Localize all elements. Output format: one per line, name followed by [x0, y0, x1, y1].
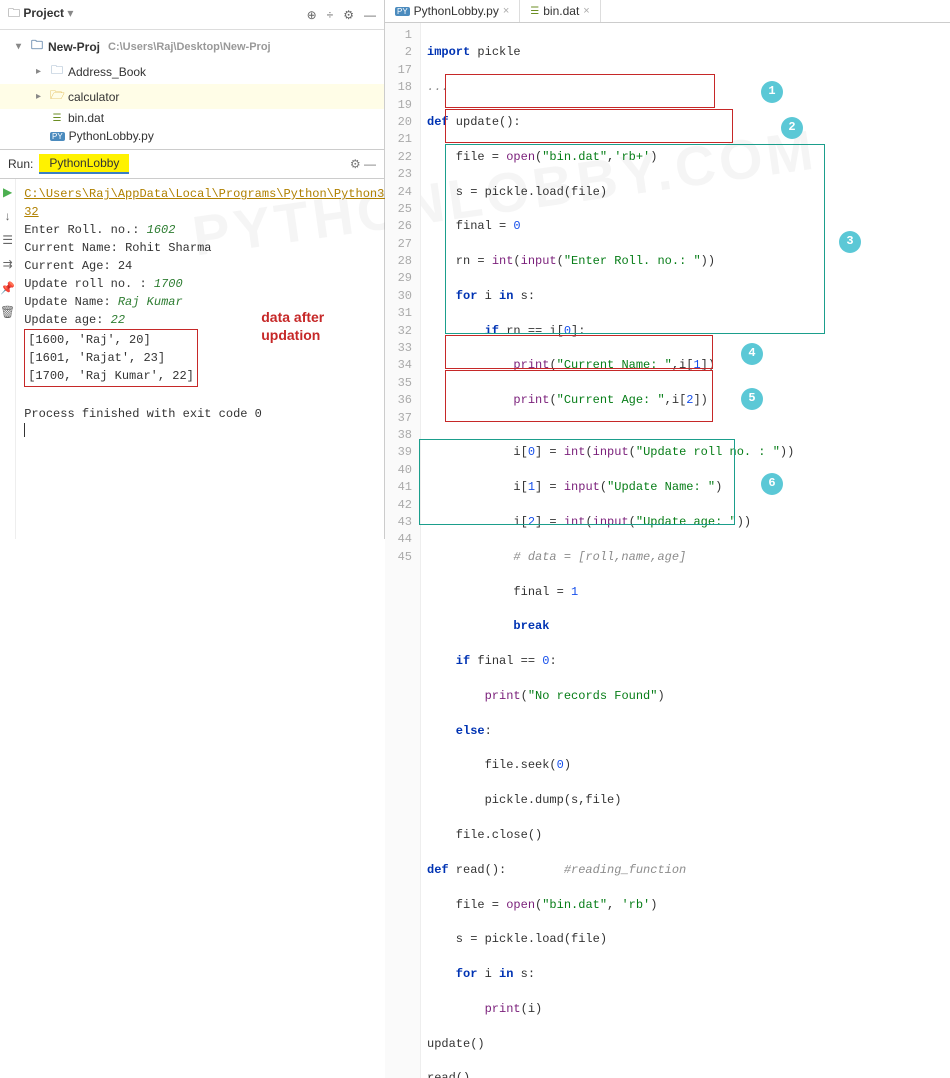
badge-1: 1 — [761, 81, 783, 103]
badge-3: 3 — [839, 231, 861, 253]
gear-icon[interactable]: ⚙ — [343, 8, 354, 22]
console-output[interactable]: C:\Users\Raj\AppData\Local\Programs\Pyth… — [16, 179, 406, 539]
console-input: Raj Kumar — [118, 295, 183, 309]
console-text: Rohit Sharma — [125, 241, 211, 255]
project-tree: ▾ 🗀 New-Proj C:\Users\Raj\Desktop\New-Pr… — [0, 30, 384, 149]
folder-open-icon: 🗁 — [50, 86, 64, 107]
badge-6: 6 — [761, 473, 783, 495]
run-icon[interactable]: ▶ — [3, 185, 12, 199]
badge-2: 2 — [781, 117, 803, 139]
gear-icon[interactable]: ⚙ — — [350, 157, 376, 171]
tree-item-label: bin.dat — [68, 111, 104, 125]
tree-item[interactable]: ☰ bin.dat — [0, 109, 384, 127]
editor-tab[interactable]: ☰ bin.dat × — [520, 0, 600, 22]
expand-icon[interactable]: ▸ — [36, 66, 46, 77]
menu-icon[interactable]: ☰ — [2, 233, 13, 247]
console-text: Update age: — [24, 313, 110, 327]
run-label: Run: — [8, 157, 33, 171]
down-icon[interactable]: ↓ — [5, 209, 11, 223]
editor-tabs: PY PythonLobby.py × ☰ bin.dat × — [385, 0, 950, 23]
tree-item-label: PythonLobby.py — [69, 129, 154, 143]
tree-root-name: New-Proj — [48, 40, 100, 54]
line-gutter: 1217181920212223242526272829303132333435… — [385, 23, 421, 1078]
run-panel-header: Run: PythonLobby ⚙ — — [0, 149, 384, 179]
editor-tab[interactable]: PY PythonLobby.py × — [385, 0, 520, 22]
console-text: Current Age: — [24, 259, 118, 273]
output-box: [1600, 'Raj', 20] [1601, 'Rajat', 23] [1… — [24, 329, 198, 387]
code-editor[interactable]: 1217181920212223242526272829303132333435… — [385, 23, 950, 1078]
console-text: [1700, 'Raj Kumar', 22] — [28, 367, 194, 385]
tree-item-label: Address_Book — [68, 65, 146, 79]
code-area[interactable]: import pickle ... def update(): file = o… — [421, 23, 950, 1078]
dropdown-icon[interactable]: ▾ — [67, 6, 73, 20]
tab-label: bin.dat — [543, 4, 579, 18]
console-input: 1700 — [154, 277, 183, 291]
expand-icon[interactable]: ▾ — [16, 41, 26, 52]
console-input: 22 — [111, 313, 125, 327]
folder-icon: 🗀 — [30, 36, 44, 57]
file-icon: ☰ — [50, 113, 64, 124]
run-toolbar: ▶ ↓ ☰ ⇉ 📌 🗑 — [0, 179, 16, 539]
console-text: 24 — [118, 259, 132, 273]
tab-label: PythonLobby.py — [414, 4, 499, 18]
layers-icon[interactable]: ⇉ — [3, 257, 13, 271]
python-file-icon: PY — [50, 132, 65, 141]
python-file-icon: PY — [395, 7, 410, 16]
run-tab[interactable]: PythonLobby — [39, 154, 129, 174]
tree-item-label: calculator — [68, 90, 119, 104]
target-icon[interactable]: ⊕ — [307, 8, 317, 22]
divide-icon[interactable]: ÷ — [327, 8, 334, 22]
tree-root-path: C:\Users\Raj\Desktop\New-Proj — [108, 41, 271, 53]
expand-icon[interactable]: ▸ — [36, 91, 46, 102]
console-text: [1600, 'Raj', 20] — [28, 331, 194, 349]
trash-icon[interactable]: 🗑 — [0, 305, 15, 319]
folder-icon: 🗀 — [8, 6, 20, 20]
annotation: updation — [261, 325, 320, 346]
close-icon[interactable]: × — [583, 5, 589, 17]
collapse-icon[interactable]: — — [364, 8, 376, 22]
console-input: 1602 — [147, 223, 176, 237]
console-text: Update roll no. : — [24, 277, 154, 291]
project-title: Project — [23, 6, 64, 20]
tree-item[interactable]: ▸ 🗁 calculator — [0, 84, 384, 109]
project-panel-header: 🗀 Project ▾ ⊕ ÷ ⚙ — — [0, 0, 384, 30]
tree-root[interactable]: ▾ 🗀 New-Proj C:\Users\Raj\Desktop\New-Pr… — [0, 34, 384, 59]
folder-icon: 🗀 — [50, 61, 64, 82]
console-text: Enter Roll. no.: — [24, 223, 146, 237]
file-icon: ☰ — [530, 6, 539, 17]
console-exit: Process finished with exit code 0 — [24, 405, 398, 423]
console-path: C:\Users\Raj\AppData\Local\Programs\Pyth… — [24, 187, 398, 219]
badge-4: 4 — [741, 343, 763, 365]
console-text: [1601, 'Rajat', 23] — [28, 349, 194, 367]
console-text: Update Name: — [24, 295, 118, 309]
pin-icon[interactable]: 📌 — [0, 281, 15, 295]
console-text: Current Name: — [24, 241, 125, 255]
code-box-3 — [445, 144, 825, 334]
badge-5: 5 — [741, 388, 763, 410]
tree-item[interactable]: PY PythonLobby.py — [0, 127, 384, 145]
tree-item[interactable]: ▸ 🗀 Address_Book — [0, 59, 384, 84]
close-icon[interactable]: × — [503, 5, 509, 17]
